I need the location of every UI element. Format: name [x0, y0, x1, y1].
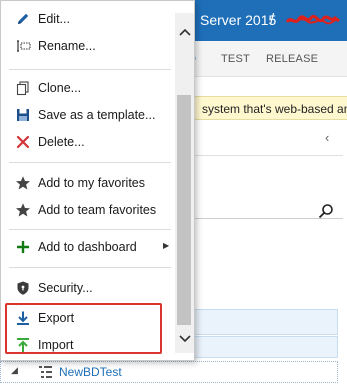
collapse-pane-icon[interactable]: ‹: [325, 130, 329, 145]
menu-item-add-to-team-favorites[interactable]: Add to team favorites: [1, 198, 175, 224]
banner-message: system that's web-based and: [202, 102, 347, 116]
product-name[interactable]: Server 2015: [200, 12, 276, 28]
clone-icon: [15, 80, 31, 96]
menu-separator: [9, 162, 171, 163]
submenu-arrow-icon: ▶: [163, 241, 170, 250]
menu-separator: [9, 267, 171, 268]
menu-item-rename[interactable]: Rename...: [1, 34, 175, 60]
menu-item-label: Add to my favorites: [38, 176, 145, 190]
plus-icon: [15, 239, 31, 255]
pane-divider: [193, 155, 343, 156]
delete-x-icon: [15, 134, 31, 150]
menu-item-security[interactable]: Security...: [1, 276, 175, 302]
menu-item-label: Add to dashboard: [38, 240, 137, 254]
menu-item-label: Delete...: [38, 135, 85, 149]
tab-test[interactable]: TEST: [221, 53, 250, 65]
menu-item-label: Rename...: [38, 39, 96, 53]
menu-scrollbar-thumb[interactable]: [177, 95, 191, 325]
tab-release[interactable]: RELEASE: [266, 53, 318, 65]
menu-item-clone[interactable]: Clone...: [1, 76, 175, 102]
query-name[interactable]: NewBDTest: [59, 365, 122, 379]
scroll-down-chevron-icon[interactable]: [175, 330, 194, 348]
menu-item-label: Edit...: [38, 12, 70, 26]
menu-item-label: Clone...: [38, 81, 82, 95]
menu-item-edit[interactable]: Edit...: [1, 7, 175, 33]
rename-icon: [15, 38, 31, 54]
star-icon: [15, 175, 31, 191]
menu-separator: [9, 69, 171, 70]
scroll-up-chevron-icon[interactable]: [175, 23, 194, 41]
menu-item-delete[interactable]: Delete...: [1, 130, 175, 156]
menu-separator: [9, 229, 171, 230]
query-list-icon: [39, 366, 52, 378]
search-icon[interactable]: [318, 203, 334, 219]
redacted-scribble: [285, 14, 340, 25]
menu-item-add-to-dashboard[interactable]: Add to dashboard ▶: [1, 235, 175, 261]
breadcrumb-separator: /: [270, 11, 275, 28]
tree-expand-caret-icon[interactable]: ◢: [11, 365, 18, 376]
tree-row-query[interactable]: ◢ NewBDTest: [0, 361, 338, 383]
menu-item-label: Security...: [38, 281, 93, 295]
export-import-highlight: [5, 303, 162, 354]
star-icon: [15, 202, 31, 218]
menu-item-label: Save as a template...: [38, 108, 156, 122]
menu-item-label: Add to team favorites: [38, 203, 157, 217]
shield-icon: [15, 280, 31, 296]
menu-item-add-to-my-favorites[interactable]: Add to my favorites: [1, 171, 175, 197]
pencil-icon: [15, 11, 31, 27]
save-icon: [15, 107, 31, 123]
menu-item-save-as-template[interactable]: Save as a template...: [1, 103, 175, 129]
